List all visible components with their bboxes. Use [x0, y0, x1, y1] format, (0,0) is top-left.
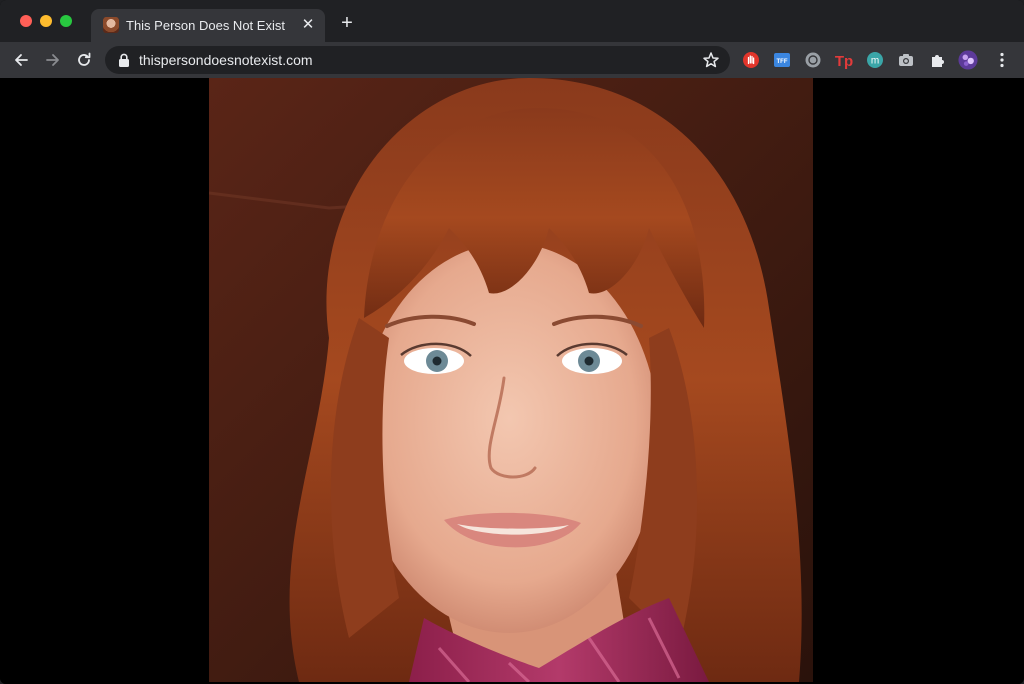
window-minimize-button[interactable]: [40, 15, 52, 27]
page-content: [0, 78, 1024, 684]
tab-title: This Person Does Not Exist: [126, 18, 285, 33]
forward-button[interactable]: [41, 48, 65, 72]
tab-close-icon[interactable]: ✕: [299, 16, 317, 34]
camera-extension-icon[interactable]: [896, 50, 916, 70]
url-text[interactable]: thispersondoesnotexist.com: [139, 52, 313, 68]
tp-extension-icon[interactable]: Tp: [834, 50, 854, 70]
circle-target-icon: [805, 52, 821, 68]
arrow-left-icon: [15, 54, 28, 66]
bookmark-star-icon[interactable]: [702, 51, 720, 69]
new-tab-button[interactable]: +: [336, 12, 358, 34]
lock-icon[interactable]: [118, 53, 130, 67]
window-maximize-button[interactable]: [60, 15, 72, 27]
tff-extension-icon[interactable]: TFF: [772, 50, 792, 70]
puzzle-icon: [932, 55, 944, 67]
tab-this-person-does-not-exist[interactable]: This Person Does Not Exist ✕: [91, 9, 325, 42]
browser-window: This Person Does Not Exist ✕ + thisperso…: [0, 0, 1024, 684]
m-extension-icon[interactable]: m: [865, 50, 885, 70]
browser-toolbar: thispersondoesnotexist.com TFF Tp m: [0, 42, 1024, 78]
tp-icon: Tp: [835, 53, 853, 69]
avatar-icon: [958, 50, 978, 70]
svg-text:m: m: [871, 56, 879, 67]
address-bar[interactable]: thispersondoesnotexist.com: [105, 46, 730, 74]
reload-button[interactable]: [72, 48, 96, 72]
portrait-illustration: [209, 78, 813, 682]
svg-text:TFF: TFF: [777, 59, 788, 65]
camera-icon: [899, 54, 913, 66]
kebab-dots-icon: [1000, 52, 1004, 68]
menu-kebab-icon[interactable]: [992, 50, 1012, 70]
profile-avatar[interactable]: [958, 50, 978, 70]
tff-icon: TFF: [774, 53, 790, 67]
m-circle-icon: m: [867, 52, 883, 68]
window-close-button[interactable]: [20, 15, 32, 27]
reload-icon: [78, 52, 91, 66]
generated-face-image: [209, 78, 813, 682]
tab-strip: This Person Does Not Exist ✕ +: [0, 0, 1024, 42]
hand-stop-extension-icon[interactable]: [741, 50, 761, 70]
back-button[interactable]: [9, 48, 33, 72]
svg-text:Tp: Tp: [835, 53, 853, 69]
hand-stop-icon: [743, 52, 759, 68]
puzzle-extensions-icon[interactable]: [928, 50, 948, 70]
circle-extension-icon[interactable]: [803, 50, 823, 70]
arrow-right-icon: [46, 54, 59, 66]
tab-favicon-icon: [103, 17, 119, 33]
